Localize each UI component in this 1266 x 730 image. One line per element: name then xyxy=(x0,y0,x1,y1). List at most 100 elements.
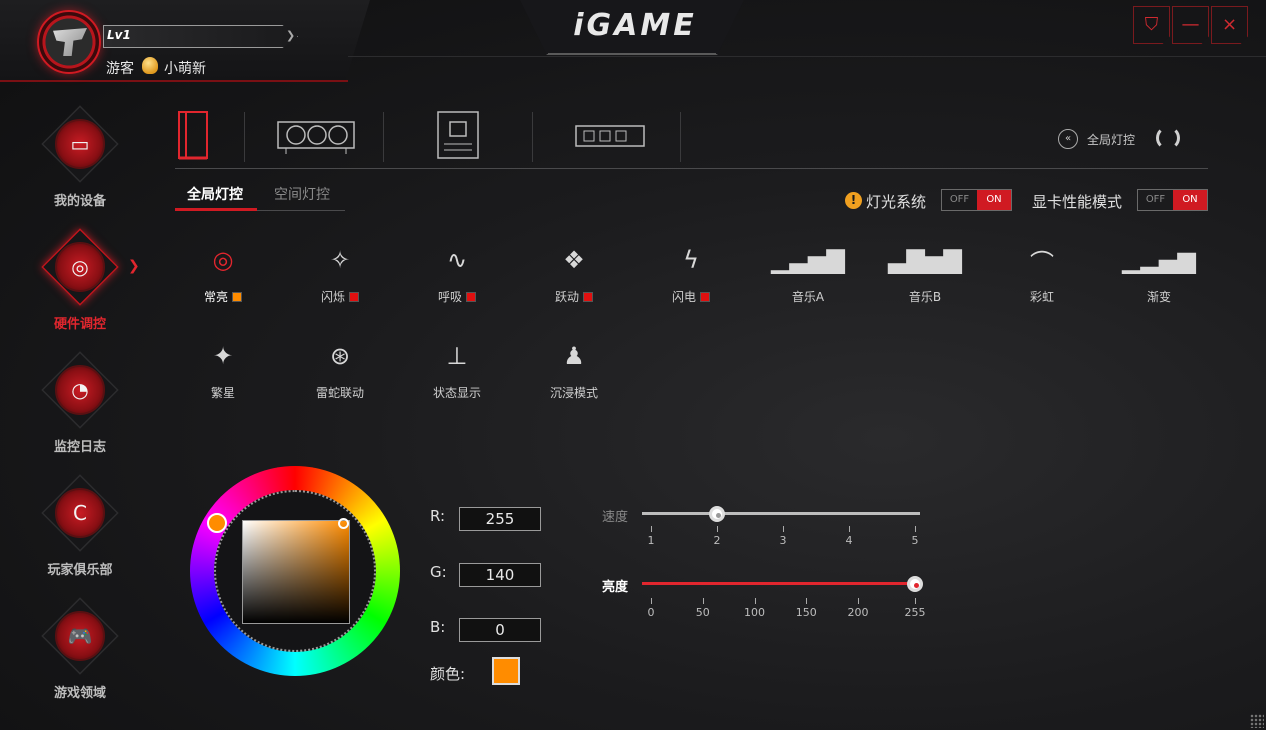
effect-label: 闪烁 xyxy=(300,288,380,305)
sidebar-item-player-club[interactable]: C 玩家俱乐部 xyxy=(0,474,160,585)
b-input[interactable]: 0 xyxy=(459,618,541,642)
brightness-tick-label: 150 xyxy=(795,606,817,619)
sidebar-item-label: 监控日志 xyxy=(53,440,106,455)
effect-color-swatch xyxy=(466,292,476,302)
device-graphics-card[interactable] xyxy=(276,108,358,164)
gamepad-icon: 🎮 xyxy=(67,624,93,648)
effect-label-text: 音乐B xyxy=(908,290,942,304)
effect-label-text: 闪电 xyxy=(671,290,696,304)
device-motherboard[interactable] xyxy=(436,108,482,164)
effect-label: 状态显示 xyxy=(417,384,497,401)
brightness-tick xyxy=(858,598,860,604)
bulb-icon xyxy=(142,57,158,74)
effect-0[interactable]: ◎ 常亮 xyxy=(183,240,263,320)
tab-space-lighting[interactable]: 空间灯控 xyxy=(274,184,330,204)
brightness-tick xyxy=(915,598,916,604)
color-swatch[interactable] xyxy=(492,657,520,685)
toggle-off[interactable]: OFF xyxy=(942,190,977,210)
sidebar-item-label: 游戏领域 xyxy=(53,686,106,701)
effect-12[interactable]: ♟ 沉浸模式 xyxy=(534,336,614,416)
gradient-bars-icon: ▁▂▄▆ xyxy=(1122,246,1196,274)
app-logo: iGAME xyxy=(573,8,697,43)
brightness-scale: 0 50 100 150 200 255 xyxy=(642,598,926,624)
effect-7[interactable]: ⌒ 彩虹 xyxy=(1002,240,1082,320)
refresh-icon[interactable] xyxy=(1156,126,1180,150)
user-nickname: 小萌新 xyxy=(164,61,206,77)
brightness-knob[interactable] xyxy=(907,576,923,592)
device-separator xyxy=(532,112,533,162)
resize-grip[interactable] xyxy=(1250,714,1264,728)
r-input[interactable]: 255 xyxy=(459,507,541,531)
effect-label-text: 状态显示 xyxy=(432,386,481,400)
status-icon: ⊥ xyxy=(446,342,468,370)
light-system-label: 灯光系统 xyxy=(866,193,927,211)
effect-5[interactable]: ▁▃▅▇ 音乐A xyxy=(768,240,848,320)
rainbow-icon: ⌒ xyxy=(1030,248,1054,277)
effect-8[interactable]: ▁▂▄▆ 渐变 xyxy=(1119,240,1199,320)
effect-1[interactable]: ✧ 闪烁 xyxy=(300,240,380,320)
toggle-on[interactable]: ON xyxy=(1173,190,1207,210)
motherboard-icon xyxy=(437,111,479,159)
sidebar-item-hardware-control[interactable]: ◎ 硬件调控 xyxy=(0,228,160,339)
global-control-link[interactable]: 全局灯控 xyxy=(1087,131,1135,148)
level-arrow-icon: ❯ xyxy=(286,29,296,42)
speed-tick xyxy=(849,526,850,532)
sidebar-item-my-devices[interactable]: ▭ 我的设备 xyxy=(0,105,160,216)
colorful-logo-icon: C xyxy=(73,501,87,525)
jump-icon: ❖ xyxy=(563,246,585,274)
light-system-toggle[interactable]: OFF ON xyxy=(941,189,1012,211)
user-level: Lv1 xyxy=(107,28,131,42)
brightness-tick-label: 100 xyxy=(744,606,766,619)
razer-sync-icon: ⊛ xyxy=(329,342,351,370)
sidebar-item-game-zone[interactable]: 🎮 游戏领域 xyxy=(0,597,160,708)
sidebar-item-monitor-log[interactable]: ◔ 监控日志 xyxy=(0,351,160,462)
effect-label: 音乐A xyxy=(768,288,848,305)
hue-handle[interactable] xyxy=(207,513,227,533)
saturation-value-square[interactable] xyxy=(242,520,350,624)
knob-dot xyxy=(716,513,721,518)
skin-button[interactable]: ⛉ xyxy=(1133,6,1170,44)
collapse-icon[interactable]: « xyxy=(1058,129,1078,149)
device-separator xyxy=(383,112,384,162)
warning-icon: ! xyxy=(845,192,862,209)
g-input[interactable]: 140 xyxy=(459,563,541,587)
speed-scale: 1 2 3 4 5 xyxy=(642,526,920,552)
effect-9[interactable]: ✦ 繁星 xyxy=(183,336,263,416)
immersive-icon: ♟ xyxy=(563,342,585,370)
gpu-performance-label: 显卡性能模式 xyxy=(1032,193,1123,211)
gpu-performance-toggle[interactable]: OFF ON xyxy=(1137,189,1208,211)
effect-4[interactable]: ϟ 闪电 xyxy=(651,240,731,320)
close-button[interactable]: × xyxy=(1211,6,1248,44)
user-role: 游客 xyxy=(106,61,134,77)
minimize-button[interactable]: — xyxy=(1172,6,1209,44)
target-icon: ◎ xyxy=(212,246,234,274)
device-pc-case[interactable] xyxy=(176,108,212,164)
effect-6[interactable]: ▃▇▅▇ 音乐B xyxy=(885,240,965,320)
sidebar-item-label: 玩家俱乐部 xyxy=(47,563,113,578)
header-divider xyxy=(348,56,1266,57)
toggle-off[interactable]: OFF xyxy=(1138,190,1173,210)
effect-label-text: 繁星 xyxy=(210,386,235,400)
device-separator xyxy=(244,112,245,162)
speed-tick-label: 5 xyxy=(911,534,919,547)
speed-tick xyxy=(717,526,718,532)
speed-tick-label: 2 xyxy=(713,534,721,547)
sv-handle[interactable] xyxy=(338,518,349,529)
effect-label-text: 渐变 xyxy=(1146,290,1171,304)
speed-tick xyxy=(651,526,652,532)
effect-3[interactable]: ❖ 跃动 xyxy=(534,240,614,320)
effect-2[interactable]: ∿ 呼吸 xyxy=(417,240,497,320)
effect-label: 沉浸模式 xyxy=(534,384,614,401)
tab-global-lighting[interactable]: 全局灯控 xyxy=(187,184,243,204)
brightness-track[interactable] xyxy=(642,582,920,585)
speed-knob[interactable] xyxy=(709,506,725,522)
bars-a-icon: ▁▃▅▇ xyxy=(771,246,845,274)
device-memory[interactable] xyxy=(574,108,646,164)
toggle-on[interactable]: ON xyxy=(977,190,1011,210)
speed-tick xyxy=(915,526,916,532)
speed-track[interactable] xyxy=(642,512,920,515)
effect-label-text: 呼吸 xyxy=(437,290,462,304)
brightness-tick-label: 50 xyxy=(695,606,710,619)
effect-11[interactable]: ⊥ 状态显示 xyxy=(417,336,497,416)
effect-10[interactable]: ⊛ 雷蛇联动 xyxy=(300,336,380,416)
